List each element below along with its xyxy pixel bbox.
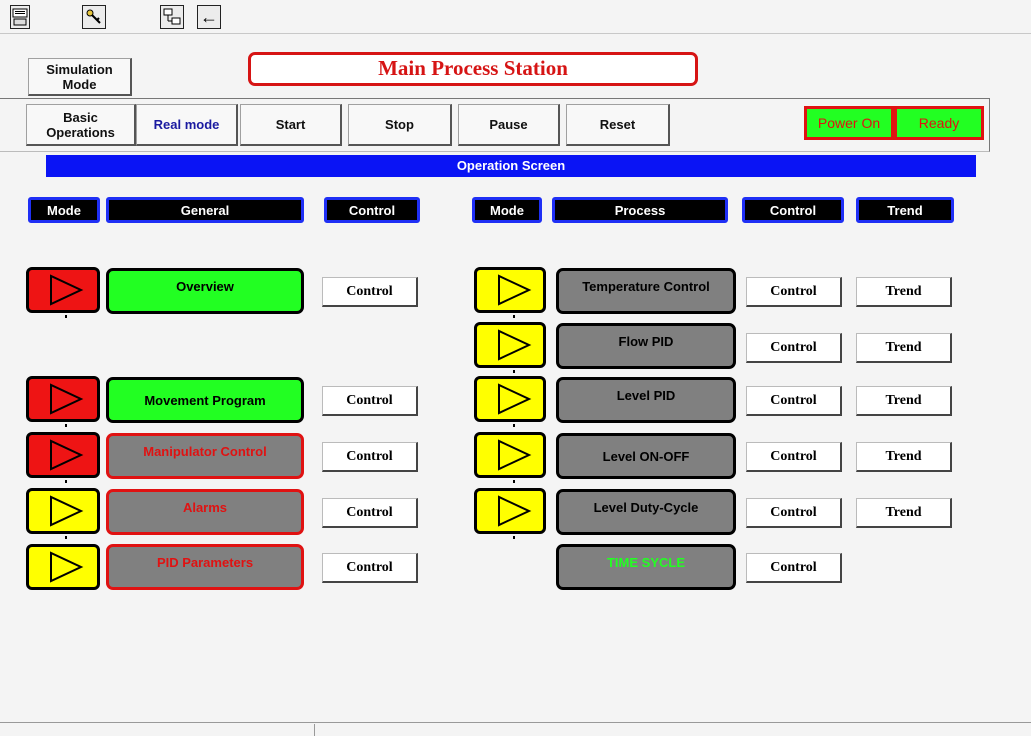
control-button-level-pid[interactable]: Control: [746, 386, 842, 416]
trend-button-temperature-control[interactable]: Trend: [856, 277, 952, 307]
basic-operations-button[interactable]: Basic Operations: [26, 104, 136, 146]
play-icon: [498, 495, 532, 527]
reset-button[interactable]: Reset: [566, 104, 670, 146]
keyboard-icon[interactable]: [10, 5, 30, 29]
start-button[interactable]: Start: [240, 104, 342, 146]
item-level-on-off[interactable]: Level ON-OFF: [556, 433, 736, 479]
control-button-manipulator-control[interactable]: Control: [322, 442, 418, 472]
play-icon: [50, 495, 84, 527]
mode-button-pid-parameters[interactable]: [26, 544, 100, 590]
mode-button-flow-pid[interactable]: [474, 322, 546, 373]
trend-button-flow-pid[interactable]: Trend: [856, 333, 952, 363]
mode-button-overview[interactable]: [26, 267, 100, 318]
mode-button-temperature-control[interactable]: [474, 267, 546, 318]
header-control-right: Control: [742, 197, 844, 223]
header-control-left: Control: [324, 197, 420, 223]
play-icon: [50, 439, 84, 471]
control-button-pid-parameters[interactable]: Control: [322, 553, 418, 583]
network-icon[interactable]: [160, 5, 184, 29]
item-alarms[interactable]: Alarms: [106, 489, 304, 535]
header-mode-left: Mode: [28, 197, 100, 223]
header-general: General: [106, 197, 304, 223]
status-bar-divider: [314, 724, 315, 736]
mode-button-level-duty-cycle[interactable]: [474, 488, 546, 539]
control-button-level-on-off[interactable]: Control: [746, 442, 842, 472]
play-icon: [50, 551, 84, 583]
mode-button-movement-program[interactable]: [26, 376, 100, 427]
item-overview[interactable]: Overview: [106, 268, 304, 314]
play-icon: [498, 439, 532, 471]
stop-button[interactable]: Stop: [348, 104, 452, 146]
control-button-movement-program[interactable]: Control: [322, 386, 418, 416]
item-manipulator-control[interactable]: Manipulator Control: [106, 433, 304, 479]
play-icon: [498, 274, 532, 306]
item-level-pid[interactable]: Level PID: [556, 377, 736, 423]
mode-button-level-pid[interactable]: [474, 376, 546, 427]
play-icon: [498, 329, 532, 361]
power-status-badge: Power On: [804, 106, 894, 140]
top-toolbar: [0, 0, 1031, 34]
play-icon: [50, 274, 84, 306]
control-button-flow-pid[interactable]: Control: [746, 333, 842, 363]
control-button-temperature-control[interactable]: Control: [746, 277, 842, 307]
control-button-level-duty-cycle[interactable]: Control: [746, 498, 842, 528]
control-button-time-sycle[interactable]: Control: [746, 553, 842, 583]
trend-button-level-on-off[interactable]: Trend: [856, 442, 952, 472]
item-level-duty-cycle[interactable]: Level Duty-Cycle: [556, 489, 736, 535]
mode-button-alarms[interactable]: [26, 488, 100, 539]
key-icon[interactable]: [82, 5, 106, 29]
item-flow-pid[interactable]: Flow PID: [556, 323, 736, 369]
item-movement-program[interactable]: Movement Program: [106, 377, 304, 423]
real-mode-button[interactable]: Real mode: [136, 104, 238, 146]
arrow-left-icon[interactable]: ←: [197, 5, 221, 29]
play-icon: [50, 383, 84, 415]
simulation-mode-button[interactable]: Simulation Mode: [28, 58, 132, 96]
item-pid-parameters[interactable]: PID Parameters: [106, 544, 304, 590]
arrow-glyph: ←: [200, 6, 218, 27]
status-bar: [0, 722, 1031, 736]
mode-button-manipulator-control[interactable]: [26, 432, 100, 483]
control-button-overview[interactable]: Control: [322, 277, 418, 307]
item-temperature-control[interactable]: Temperature Control: [556, 268, 736, 314]
operation-screen-band: Operation Screen: [46, 155, 976, 177]
header-trend: Trend: [856, 197, 954, 223]
ready-status-badge: Ready: [894, 106, 984, 140]
page-title: Main Process Station: [248, 52, 698, 86]
header-process: Process: [552, 197, 728, 223]
trend-button-level-duty-cycle[interactable]: Trend: [856, 498, 952, 528]
control-button-alarms[interactable]: Control: [322, 498, 418, 528]
pause-button[interactable]: Pause: [458, 104, 560, 146]
header-mode-right: Mode: [472, 197, 542, 223]
trend-button-level-pid[interactable]: Trend: [856, 386, 952, 416]
item-time-sycle[interactable]: TIME SYCLE: [556, 544, 736, 590]
mode-button-level-on-off[interactable]: [474, 432, 546, 483]
play-icon: [498, 383, 532, 415]
